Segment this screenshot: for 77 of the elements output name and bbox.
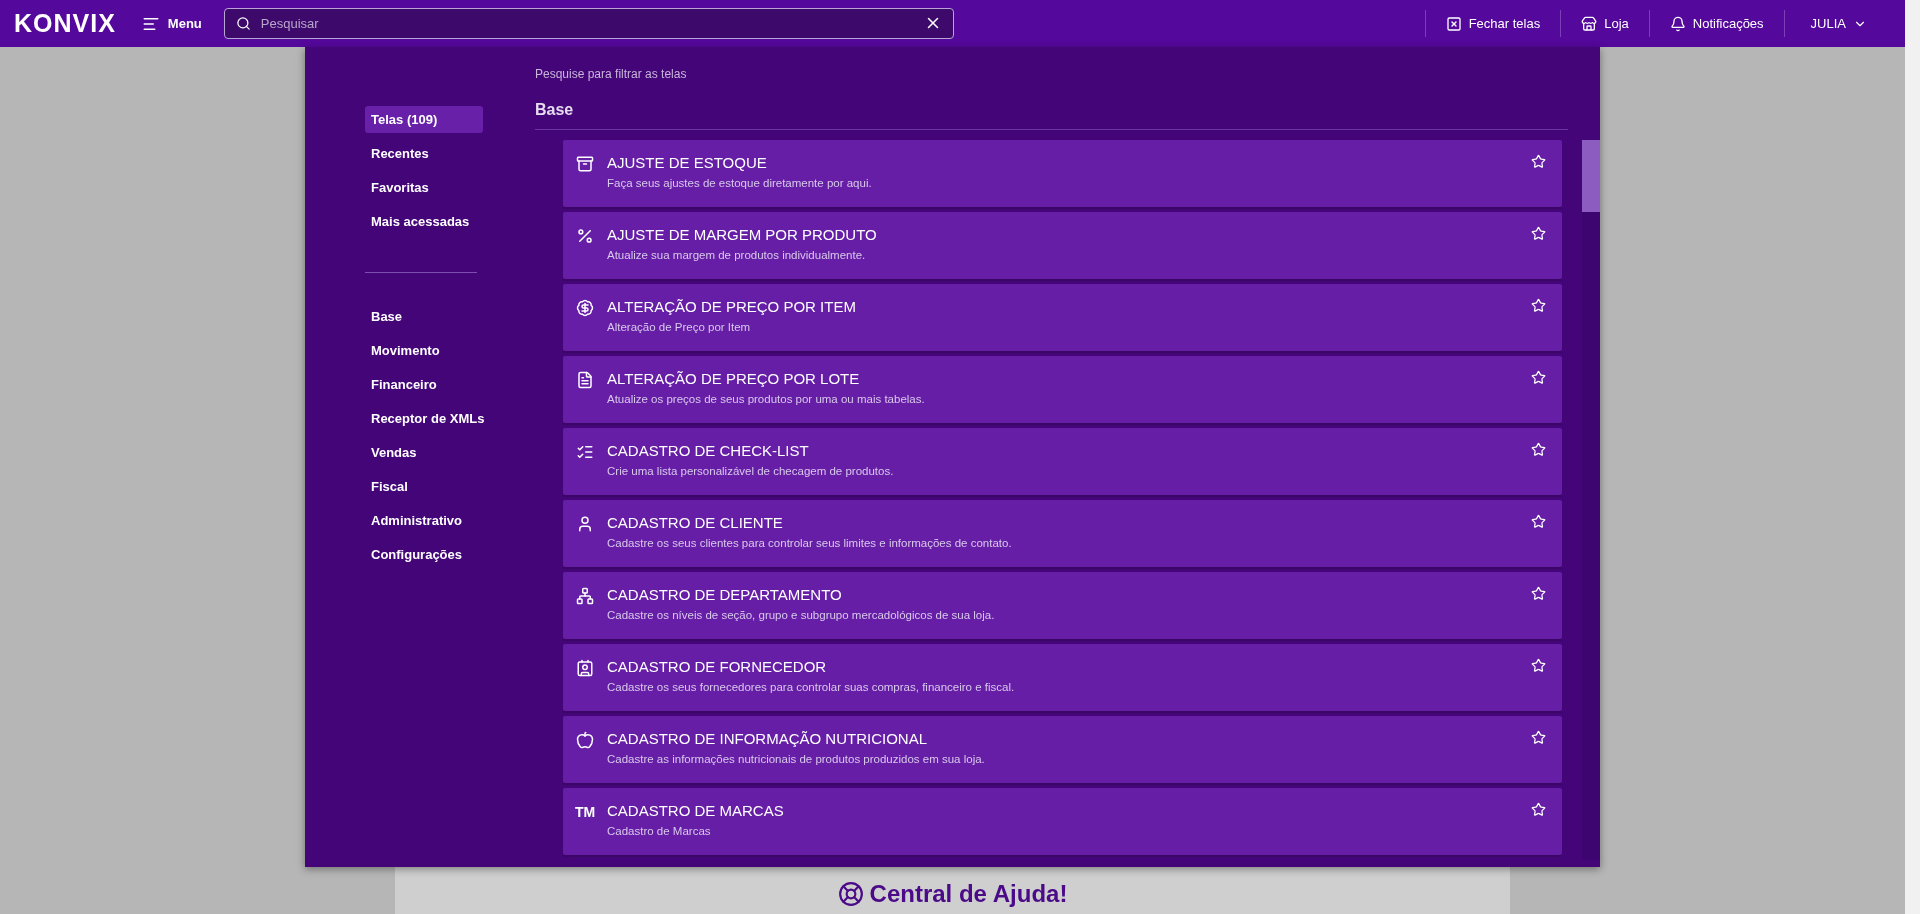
bell-icon [1669, 15, 1686, 32]
archive-box-icon [576, 155, 594, 173]
favorite-star-button[interactable] [1531, 154, 1547, 169]
close-screens-button[interactable]: Fechar telas [1424, 10, 1561, 37]
favorite-star-button[interactable] [1531, 226, 1547, 241]
category-item[interactable]: Financeiro [365, 371, 483, 398]
screen-title: AJUSTE DE MARGEM POR PRODUTO [607, 226, 878, 243]
filter-item[interactable]: Favoritas [365, 174, 483, 201]
section-title: Base [535, 101, 1568, 130]
filter-item[interactable]: Recentes [365, 140, 483, 167]
filter-item[interactable]: Mais acessadas [365, 208, 483, 235]
screen-description: Cadastre os níveis de seção, grupo e subgrupo mercadológicos de sua loja. [607, 609, 996, 621]
category-item[interactable]: Configurações [365, 541, 483, 568]
percent-icon [576, 227, 594, 245]
person-icon [576, 515, 594, 533]
screen-card[interactable]: TM CADASTRO DE MARCAS Cadastro de Marcas [563, 788, 1563, 855]
screen-description: Atualize sua margem de produtos individualmente. [607, 249, 867, 261]
store-icon [1581, 15, 1598, 32]
logo[interactable]: KONVIX [14, 9, 116, 38]
scrollbar-thumb[interactable] [1582, 140, 1600, 212]
search-hint: Pesquise para filtrar as telas [535, 67, 688, 81]
screen-description: Cadastre os seus clientes para controlar seus limites e informações de contato. [607, 537, 1013, 549]
category-item[interactable]: Fiscal [365, 473, 483, 500]
screen-description: Faça seus ajustes de estoque diretamente por aqui. [607, 177, 873, 189]
favorite-star-button[interactable] [1531, 442, 1547, 457]
screen-card[interactable]: ALTERAÇÃO DE PREÇO POR LOTE Atualize os preços de seus produtos por uma ou mais tabelas. [563, 356, 1563, 423]
trademark-icon: TM [575, 802, 595, 822]
contact-list-icon [576, 659, 594, 677]
screen-title: CADASTRO DE CLIENTE [607, 514, 784, 531]
screen-title: CADASTRO DE FORNECEDOR [607, 658, 828, 675]
screen-title: ALTERAÇÃO DE PREÇO POR ITEM [607, 298, 857, 315]
screen-title: ALTERAÇÃO DE PREÇO POR LOTE [607, 370, 861, 387]
screen-card[interactable]: CADASTRO DE DEPARTAMENTO Cadastre os níveis de seção, grupo e subgrupo mercadológicos de sua loja. [563, 572, 1563, 639]
category-item[interactable]: Base [365, 303, 483, 330]
screen-card[interactable]: AJUSTE DE MARGEM POR PRODUTO Atualize sua margem de produtos individualmente. [563, 212, 1563, 279]
screen-description: Cadastro de Marcas [607, 825, 712, 837]
favorite-star-button[interactable] [1531, 586, 1547, 601]
category-item[interactable]: Movimento [365, 337, 483, 364]
favorite-star-button[interactable] [1531, 370, 1547, 385]
category-item[interactable]: Vendas [365, 439, 483, 466]
favorite-star-button[interactable] [1531, 514, 1547, 529]
category-item[interactable]: Administrativo [365, 507, 483, 534]
search-field[interactable]: Pesquisar [223, 8, 954, 39]
screen-description: Cadastre os seus fornecedores para controlar suas compras, financeiro e fiscal. [607, 681, 1016, 693]
user-menu-button[interactable]: JULIA [1783, 10, 1887, 37]
apple-icon [576, 731, 594, 749]
screen-description: Cadastre as informações nutricionais de produtos produzidos em sua loja. [607, 753, 986, 765]
filter-item[interactable]: Telas (109) [365, 106, 483, 133]
screen-title: CADASTRO DE CHECK-LIST [607, 442, 810, 459]
help-title: Central de Ajuda! [837, 880, 1068, 908]
hierarchy-icon [576, 587, 594, 605]
x-square-icon [1445, 15, 1462, 32]
menu-button[interactable]: Menu [135, 13, 208, 34]
screen-title: CADASTRO DE MARCAS [607, 802, 785, 819]
browser-scrollbar[interactable] [1905, 0, 1920, 914]
screen-description: Alteração de Preço por Item [607, 321, 752, 333]
screen-card[interactable]: CADASTRO DE INFORMAÇÃO NUTRICIONAL Cadastre as informações nutricionais de produtos produzidos em sua loja. [563, 716, 1563, 783]
screen-card[interactable]: CADASTRO DE FORNECEDOR Cadastre os seus fornecedores para controlar suas compras, financeiro e fiscal. [563, 644, 1563, 711]
category-item[interactable]: Receptor de XMLs [365, 405, 483, 432]
favorite-star-button[interactable] [1531, 802, 1547, 817]
store-button[interactable]: Loja [1560, 10, 1649, 37]
screen-card[interactable]: CADASTRO DE CLIENTE Cadastre os seus clientes para controlar seus limites e informações de contato. [563, 500, 1563, 567]
lifebuoy-icon [837, 881, 864, 907]
favorite-star-button[interactable] [1531, 298, 1547, 313]
search-icon [235, 16, 251, 31]
screen-description: Atualize os preços de seus produtos por uma ou mais tabelas. [607, 393, 926, 405]
screen-title: CADASTRO DE DEPARTAMENTO [607, 586, 843, 603]
checklist-icon [576, 443, 594, 461]
notifications-button[interactable]: Notificações [1648, 10, 1784, 37]
screen-description: Crie uma lista personalizável de checagem de produtos. [607, 465, 895, 477]
favorite-star-button[interactable] [1531, 658, 1547, 673]
screen-title: AJUSTE DE ESTOQUE [607, 154, 768, 171]
screen-card[interactable]: CADASTRO DE CHECK-LIST Crie uma lista personalizável de checagem de produtos. [563, 428, 1563, 495]
screen-card[interactable]: AJUSTE DE ESTOQUE Faça seus ajustes de estoque diretamente por aqui. [563, 140, 1563, 207]
screen-title: CADASTRO DE INFORMAÇÃO NUTRICIONAL [607, 730, 929, 747]
favorite-star-button[interactable] [1531, 730, 1547, 745]
screen-card[interactable]: ALTERAÇÃO DE PREÇO POR ITEM Alteração de Preço por Item [563, 284, 1563, 351]
